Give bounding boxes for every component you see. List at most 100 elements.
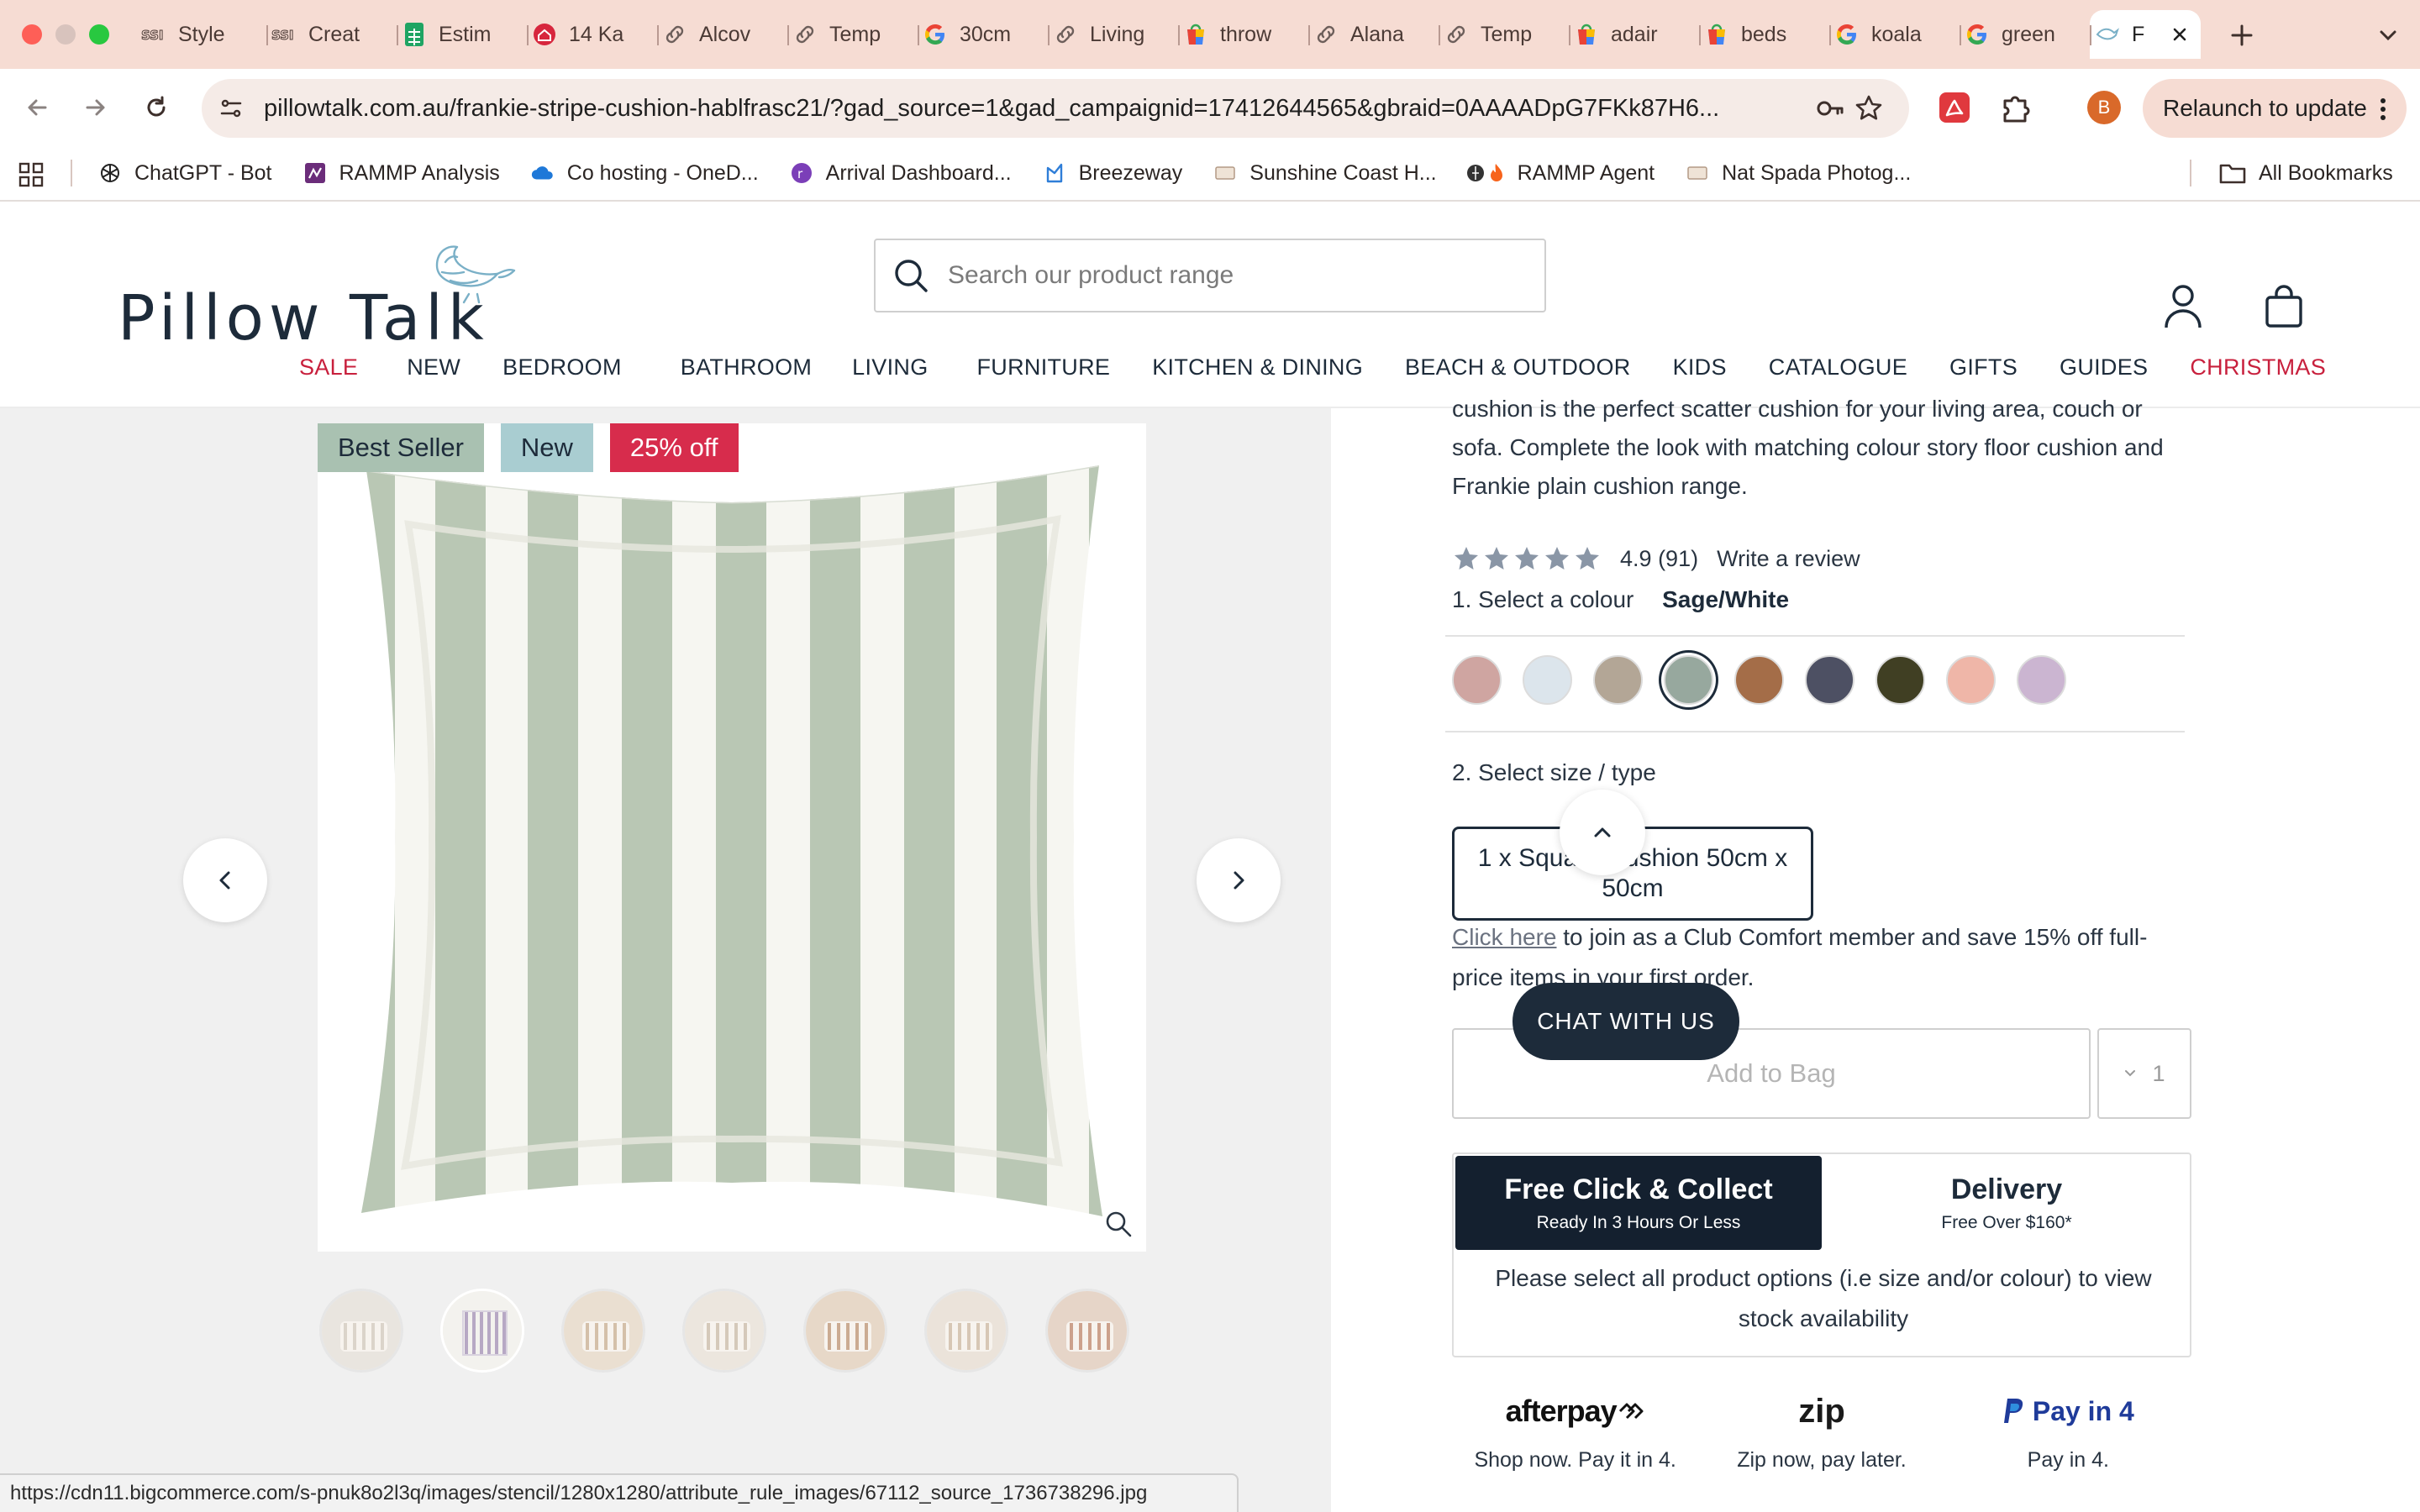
reload-icon[interactable] <box>138 89 175 126</box>
product-thumbnail[interactable] <box>1045 1289 1129 1373</box>
account-user-icon[interactable] <box>2158 281 2208 331</box>
sheets-icon <box>402 22 427 47</box>
browser-tab[interactable]: 14 Ka <box>527 10 657 59</box>
write-review-link[interactable]: Write a review <box>1717 546 1860 572</box>
next-image-button[interactable] <box>1197 838 1281 922</box>
back-to-top-button[interactable] <box>1560 790 1645 875</box>
paypal-option[interactable]: Pay in 4 Pay in 4. <box>1945 1388 2191 1473</box>
bookmark-item[interactable]: Breezeway <box>1042 156 1182 190</box>
product-thumbnail[interactable] <box>924 1289 1008 1373</box>
browser-tab[interactable]: throw <box>1178 10 1308 59</box>
window-minimize-button[interactable] <box>55 24 76 45</box>
colour-swatch[interactable] <box>1523 655 1572 705</box>
back-arrow-icon[interactable] <box>18 89 55 126</box>
nav-item-living[interactable]: LIVING <box>852 354 928 381</box>
search-icon[interactable] <box>891 255 931 296</box>
product-thumbnail[interactable] <box>561 1289 645 1373</box>
colour-swatch[interactable] <box>1593 655 1643 705</box>
colour-swatch[interactable] <box>1876 655 1925 705</box>
colour-swatch[interactable] <box>2017 655 2066 705</box>
profile-avatar[interactable]: B <box>2087 91 2121 124</box>
extension-acrobat-icon[interactable] <box>1936 89 1973 126</box>
password-key-icon[interactable] <box>1815 93 1845 123</box>
zip-caption: Zip now, pay later. <box>1737 1448 1907 1472</box>
browser-tab-active[interactable]: F <box>2090 10 2201 59</box>
nav-item-new[interactable]: NEW <box>407 354 460 381</box>
nav-item-kitchen-dining[interactable]: KITCHEN & DINING <box>1152 354 1363 381</box>
browser-tab[interactable]: green <box>1960 10 2090 59</box>
site-info-icon[interactable] <box>213 91 249 126</box>
size-step-label: 2. Select size / type <box>1452 759 1656 785</box>
window-close-button[interactable] <box>22 24 42 45</box>
tab-title: Alcov <box>699 22 751 46</box>
product-main-image[interactable] <box>318 423 1146 1252</box>
nav-item-beach-outdoor[interactable]: BEACH & OUTDOOR <box>1405 354 1631 381</box>
browser-tab[interactable]: SSI Creat <box>266 10 397 59</box>
browser-tab[interactable]: Temp <box>787 10 918 59</box>
colour-swatch[interactable] <box>1664 655 1713 705</box>
club-join-link[interactable]: Click here <box>1452 924 1556 950</box>
colour-swatch[interactable] <box>1734 655 1784 705</box>
new-tab-icon[interactable] <box>2225 18 2259 52</box>
zoom-magnifier-icon[interactable] <box>1102 1208 1134 1240</box>
pillow-talk-logo[interactable]: Pillow Talk <box>118 240 521 354</box>
bookmark-item[interactable]: Sunshine Coast H... <box>1213 156 1437 190</box>
nav-item-furniture[interactable]: FURNITURE <box>977 354 1111 381</box>
afterpay-option[interactable]: afterpay Shop now. Pay it in 4. <box>1452 1388 1698 1473</box>
browser-tab[interactable]: 30cm <box>918 10 1048 59</box>
browser-tab[interactable]: Living <box>1048 10 1178 59</box>
bookmark-item[interactable]: Co hosting - OneD... <box>530 156 759 190</box>
site-search-input[interactable]: Search our product range <box>874 239 1546 312</box>
delivery-tab[interactable]: Delivery Free Over $160* <box>1823 1156 2190 1250</box>
bookmark-item[interactable]: RAMMP Agent <box>1466 156 1655 190</box>
browser-tab[interactable]: Estim <box>397 10 527 59</box>
previous-image-button[interactable] <box>183 838 267 922</box>
browser-tab[interactable]: Alana <box>1308 10 1439 59</box>
shopping-bag-icon[interactable] <box>2259 281 2309 331</box>
nav-item-bedroom[interactable]: BEDROOM <box>502 354 622 381</box>
quantity-select[interactable]: 1 <box>2097 1028 2191 1119</box>
nav-item-sale[interactable]: SALE <box>299 354 358 381</box>
bookmark-item[interactable]: Nat Spada Photog... <box>1685 156 1911 190</box>
nav-item-gifts[interactable]: GIFTS <box>1949 354 2018 381</box>
chat-with-us-button[interactable]: CHAT WITH US <box>1512 983 1739 1060</box>
bookmark-item[interactable]: RAMMP Analysis <box>302 156 500 190</box>
all-bookmarks-button[interactable]: All Bookmarks <box>2218 156 2393 190</box>
extensions-puzzle-icon[interactable] <box>1996 89 2033 126</box>
window-maximize-button[interactable] <box>89 24 109 45</box>
nav-item-catalogue[interactable]: CATALOGUE <box>1769 354 1907 381</box>
close-tab-icon[interactable] <box>2169 24 2191 45</box>
nav-item-guides[interactable]: GUIDES <box>2060 354 2148 381</box>
tab-search-chevron-icon[interactable] <box>2371 18 2405 52</box>
address-bar[interactable]: pillowtalk.com.au/frankie-stripe-cushion… <box>202 79 1909 138</box>
nav-item-christmas[interactable]: CHRISTMAS <box>2190 354 2326 381</box>
bookmarks-separator <box>71 160 72 186</box>
bookmark-star-icon[interactable] <box>1854 93 1884 123</box>
product-thumbnail[interactable] <box>440 1289 524 1373</box>
relaunch-update-button[interactable]: Relaunch to update <box>2143 79 2407 138</box>
browser-tab[interactable]: beds <box>1699 10 1829 59</box>
colour-swatch[interactable] <box>1452 655 1502 705</box>
star-icon <box>1573 544 1602 573</box>
product-thumbnail[interactable] <box>319 1289 403 1373</box>
kebab-menu-icon[interactable] <box>2380 97 2386 121</box>
bookmark-item[interactable]: r Arrival Dashboard... <box>789 156 1012 190</box>
nav-item-bathroom[interactable]: BATHROOM <box>681 354 812 381</box>
zip-option[interactable]: zip Zip now, pay later. <box>1698 1388 1944 1473</box>
bookmark-label: RAMMP Agent <box>1517 160 1655 185</box>
product-thumbnail[interactable] <box>682 1289 766 1373</box>
colour-swatch[interactable] <box>1805 655 1854 705</box>
bookmark-item[interactable]: ChatGPT - Bot <box>97 156 272 190</box>
url-text[interactable]: pillowtalk.com.au/frankie-stripe-cushion… <box>264 95 1776 123</box>
product-thumbnail[interactable] <box>803 1289 887 1373</box>
colour-swatch[interactable] <box>1946 655 1996 705</box>
browser-tab[interactable]: adair <box>1569 10 1699 59</box>
browser-tab[interactable]: SSI Style <box>136 10 266 59</box>
apps-grid-icon[interactable] <box>18 162 44 187</box>
forward-arrow-icon[interactable] <box>77 89 114 126</box>
browser-tab[interactable]: Alcov <box>657 10 787 59</box>
click-collect-tab[interactable]: Free Click & Collect Ready In 3 Hours Or… <box>1455 1156 1822 1250</box>
browser-tab[interactable]: koala <box>1829 10 1960 59</box>
nav-item-kids[interactable]: KIDS <box>1673 354 1727 381</box>
browser-tab[interactable]: Temp <box>1439 10 1569 59</box>
